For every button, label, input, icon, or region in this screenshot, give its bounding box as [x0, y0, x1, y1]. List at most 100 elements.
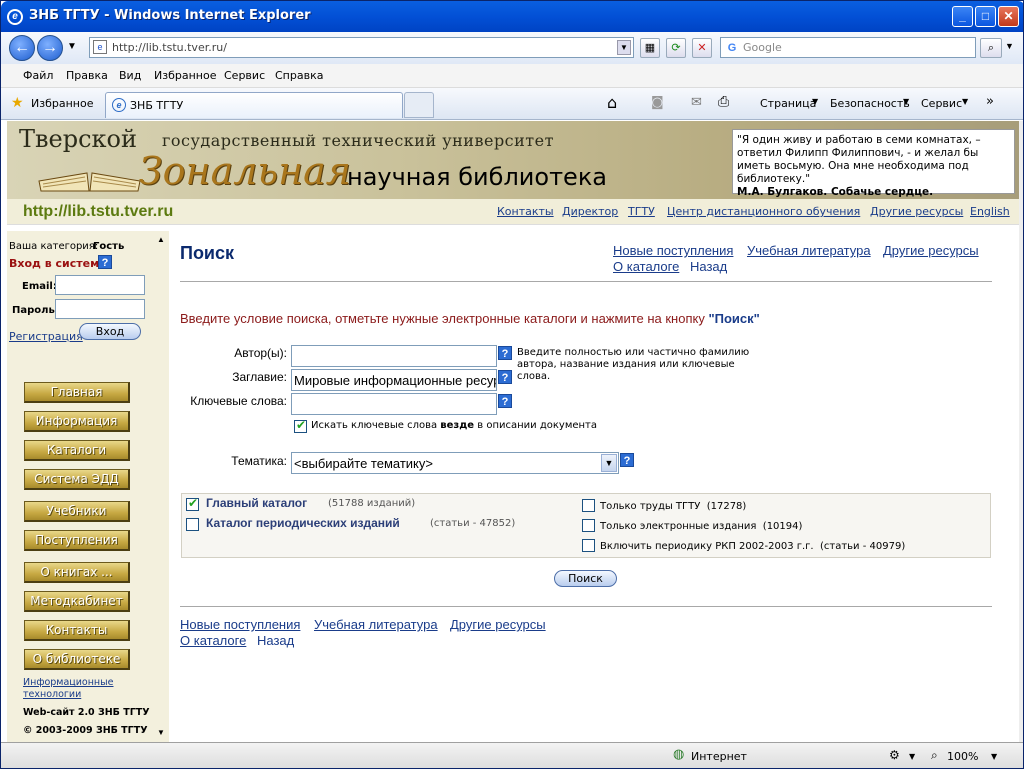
author-help-icon[interactable]: ? [498, 346, 512, 360]
protected-mode-icon[interactable]: ⚙ [889, 748, 900, 762]
new-tab-button[interactable] [404, 92, 434, 118]
main-catalog-checkbox[interactable] [186, 496, 199, 511]
open-book-icon [38, 172, 141, 192]
theme-dropdown-icon[interactable]: ▼ [601, 454, 617, 472]
stop-icon[interactable]: ✕ [692, 38, 712, 58]
zoom-arrow-icon[interactable]: ▼ [991, 752, 997, 761]
toplink-distance-center[interactable]: Центр дистанционного обучения [667, 205, 860, 218]
nav-arrivals[interactable]: Поступления [24, 530, 130, 551]
header-link-other-resources[interactable]: Другие ресурсы [883, 243, 979, 258]
menu-bar: Файл Правка Вид Избранное Сервис Справка [1, 64, 1023, 88]
favorites-label[interactable]: Избранное [31, 97, 93, 110]
periodicals-checkbox[interactable] [186, 518, 199, 531]
footer-link-back[interactable]: Назад [257, 633, 294, 648]
tstu-only-checkbox[interactable] [582, 499, 595, 512]
keywords-field[interactable] [291, 393, 497, 415]
menu-file[interactable]: Файл [23, 69, 53, 82]
favorites-star-icon[interactable]: ★ [11, 95, 24, 111]
footer-it-link[interactable]: Информационные технологии [23, 677, 133, 701]
tab-label: ЗНБ ТГТУ [130, 99, 184, 112]
forward-button[interactable]: → [37, 35, 63, 61]
search-go-icon[interactable]: ⌕ [980, 38, 1002, 58]
footer-link-about-catalog[interactable]: О каталоге [180, 633, 246, 648]
menu-favorites[interactable]: Избранное [154, 69, 216, 82]
email-label: Email: [22, 281, 57, 292]
scroll-up-icon[interactable]: ▲ [157, 235, 165, 244]
window-title: ЗНБ ТГТУ - Windows Internet Explorer [29, 8, 311, 23]
nav-contacts[interactable]: Контакты [24, 620, 130, 641]
login-button[interactable]: Вход [79, 323, 141, 340]
toplink-english[interactable]: English [970, 205, 1010, 218]
menu-tools[interactable]: Сервис [224, 69, 265, 82]
mail-icon[interactable]: ✉ [691, 95, 702, 110]
footer-link-other-resources[interactable]: Другие ресурсы [450, 617, 546, 632]
toplink-director[interactable]: Директор [562, 205, 618, 218]
keywords-help-icon[interactable]: ? [498, 394, 512, 408]
header-link-new-arrivals[interactable]: Новые поступления [613, 243, 733, 258]
header-link-back[interactable]: Назад [690, 259, 727, 274]
register-link[interactable]: Регистрация [9, 330, 83, 343]
address-dropdown-icon[interactable]: ▼ [617, 40, 631, 55]
nav-home[interactable]: Главная [24, 382, 130, 403]
toplink-tstu[interactable]: ТГТУ [628, 205, 655, 218]
header-link-textbooks[interactable]: Учебная литература [747, 243, 871, 258]
close-button[interactable]: ✕ [998, 6, 1019, 27]
footer-link-new-arrivals[interactable]: Новые поступления [180, 617, 300, 632]
title-help-icon[interactable]: ? [498, 370, 512, 384]
author-field[interactable] [291, 345, 497, 367]
nav-catalogs[interactable]: Каталоги [24, 440, 130, 461]
browser-tab[interactable]: e ЗНБ ТГТУ [105, 92, 403, 118]
maximize-button[interactable]: □ [975, 6, 996, 27]
page-menu[interactable]: Страница [760, 97, 816, 110]
footer-link-textbooks[interactable]: Учебная литература [314, 617, 438, 632]
rss-icon[interactable]: ◙ [651, 95, 664, 110]
nav-method-cabinet[interactable]: Методкабинет [24, 591, 130, 612]
menu-view[interactable]: Вид [119, 69, 141, 82]
nav-textbooks[interactable]: Учебники [24, 501, 130, 522]
compat-view-icon[interactable]: ▦ [640, 38, 660, 58]
status-bar: ◍ Интернет ⚙ ▼ ⌕ 100% ▼ [1, 742, 1023, 768]
minimize-button[interactable]: _ [952, 6, 973, 27]
toplink-contacts[interactable]: Контакты [497, 205, 554, 218]
safety-menu[interactable]: Безопасность [830, 97, 910, 110]
internet-zone: Интернет [691, 750, 747, 763]
search-everywhere-checkbox[interactable] [294, 418, 307, 433]
email-field[interactable] [55, 275, 145, 295]
site-banner: Тверской государственный технический уни… [7, 121, 1019, 199]
menu-help[interactable]: Справка [275, 69, 323, 82]
more-tools-icon[interactable]: » [986, 94, 994, 109]
tools-menu[interactable]: Сервис [921, 97, 962, 110]
menu-edit[interactable]: Правка [66, 69, 108, 82]
sidebar: Ваша категория: Гость Вход в систему ? E… [7, 231, 169, 742]
rkp-periodicals-checkbox[interactable] [582, 539, 595, 552]
header-link-about-catalog[interactable]: О каталоге [613, 259, 679, 274]
back-button[interactable]: ← [9, 35, 35, 61]
scroll-down-icon[interactable]: ▼ [157, 728, 165, 737]
nav-information[interactable]: Информация [24, 411, 130, 432]
search-options-icon[interactable]: ▼ [1005, 41, 1014, 51]
page-title: Поиск [180, 243, 235, 263]
zoom-level[interactable]: 100% [947, 750, 978, 763]
toplink-other-resources[interactable]: Другие ресурсы [870, 205, 963, 218]
protected-mode-arrow-icon[interactable]: ▼ [909, 752, 915, 761]
print-icon[interactable]: ⎙ [718, 94, 729, 110]
login-help-icon[interactable]: ? [98, 255, 112, 269]
quote-box: "Я один живу и работаю в семи комнатах, … [732, 129, 1015, 198]
password-field[interactable] [55, 299, 145, 319]
ie-logo-icon: e [7, 9, 23, 25]
nav-about-library[interactable]: О библиотеке [24, 649, 130, 670]
home-icon[interactable]: ⌂ [607, 93, 617, 112]
search-box[interactable]: G Google [720, 37, 976, 58]
address-bar[interactable]: e http://lib.tstu.tver.ru/ ▼ [89, 37, 634, 58]
page-scrollbar[interactable] [1019, 121, 1023, 742]
history-dropdown-icon[interactable]: ▼ [67, 41, 77, 52]
nav-edd-system[interactable]: Система ЭДД [24, 469, 130, 490]
nav-about-books[interactable]: О книгах ... [24, 562, 130, 583]
electronic-only-checkbox[interactable] [582, 519, 595, 532]
theme-help-icon[interactable]: ? [620, 453, 634, 467]
refresh-icon[interactable]: ⟳ [666, 38, 686, 58]
search-button[interactable]: Поиск [554, 570, 617, 587]
theme-select[interactable]: <выбирайте тематику> ▼ [291, 452, 619, 474]
zoom-icon[interactable]: ⌕ [931, 748, 938, 763]
title-field[interactable]: Мировые информационные ресурсы [291, 369, 497, 391]
